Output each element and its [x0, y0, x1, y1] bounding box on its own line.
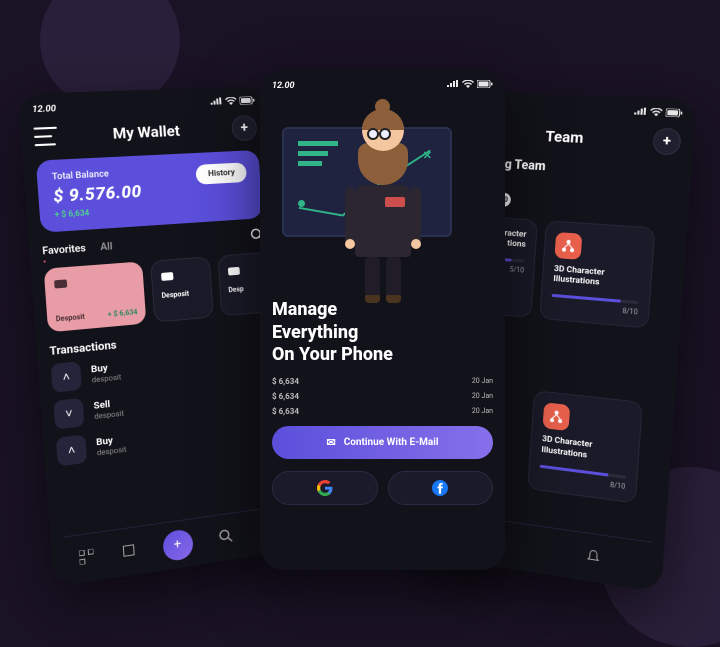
- onboarding-screen: 12.00 ✕: [260, 70, 505, 570]
- add-button[interactable]: +: [231, 115, 258, 141]
- arrow-up-icon: ˄: [51, 361, 82, 393]
- fav-card-label: Desposit: [161, 289, 203, 300]
- balance-card: Total Balance $ 9.576.00 + $ 6,634 Histo…: [36, 150, 263, 233]
- network-icon: [555, 232, 583, 260]
- mini-txn-row: $ 6,63420 Jan: [272, 392, 493, 401]
- character-illustration: [338, 109, 428, 289]
- project-card[interactable]: 3D CharacterIllustrations 8/10: [528, 391, 643, 504]
- page-title: Team: [545, 127, 584, 147]
- signal-icon: [634, 107, 647, 119]
- nav-bell-icon[interactable]: [585, 548, 601, 568]
- tab-favorites[interactable]: Favorites: [42, 243, 86, 257]
- project-card[interactable]: 3D CharacterIllustrations 8/10: [539, 220, 655, 329]
- deposit-icon: [53, 276, 69, 291]
- mini-txn-row: $ 6,63420 Jan: [272, 377, 493, 386]
- menu-button[interactable]: [33, 127, 58, 147]
- battery-icon: [477, 80, 493, 91]
- network-icon: [543, 403, 571, 432]
- battery-icon: [665, 108, 683, 120]
- deposit-icon: [227, 264, 241, 279]
- status-bar: 12.00: [32, 96, 256, 115]
- fav-card-change: + $ 6,634: [107, 308, 137, 319]
- tab-all[interactable]: All: [100, 241, 113, 253]
- bottom-nav: +: [63, 505, 285, 577]
- project-title: 3D CharacterIllustrations: [541, 434, 628, 465]
- wifi-icon: [650, 108, 663, 120]
- deposit-icon: [160, 269, 175, 284]
- nav-search-icon[interactable]: [218, 528, 233, 548]
- signal-icon: [447, 80, 459, 91]
- favorite-card[interactable]: Desposit + $ 6,634: [44, 261, 147, 332]
- project-score: 8/10: [551, 301, 638, 317]
- hero-illustration: ✕: [260, 99, 505, 289]
- add-button[interactable]: +: [652, 128, 681, 156]
- balance-change: + $ 6,634: [54, 205, 143, 220]
- balance-amount: $ 9.576.00: [53, 182, 143, 207]
- fav-card-label: Desposit: [56, 313, 86, 324]
- arrow-down-icon: ˅: [53, 398, 84, 430]
- nav-qr-icon[interactable]: [78, 548, 94, 568]
- page-title: My Wallet: [112, 122, 180, 143]
- favorite-card[interactable]: Desposit: [150, 256, 214, 322]
- glasses-icon: [367, 125, 399, 144]
- clock: 12.00: [32, 104, 57, 115]
- continue-email-button[interactable]: ✉ Continue With E-Mail: [272, 426, 493, 459]
- arrow-up-icon: ˄: [56, 434, 87, 466]
- facebook-icon: [432, 480, 448, 496]
- nav-add-button[interactable]: +: [162, 528, 194, 562]
- wallet-screen: 12.00 My Wallet + Total Balance: [18, 86, 297, 587]
- signal-icon: [210, 97, 222, 108]
- hero-headline: Manage Everything On Your Phone: [272, 299, 493, 367]
- clock: 12.00: [272, 81, 295, 91]
- balance-label: Total Balance: [52, 168, 141, 183]
- project-title: 3D CharacterIllustrations: [553, 264, 641, 291]
- google-icon: [317, 480, 333, 496]
- facebook-login-button[interactable]: [388, 471, 494, 505]
- history-button[interactable]: History: [196, 162, 247, 184]
- mini-txn-row: $ 6,63420 Jan: [272, 407, 493, 416]
- status-bar: 12.00: [272, 80, 493, 91]
- mail-icon: ✉: [327, 436, 336, 449]
- wifi-icon: [225, 97, 237, 108]
- google-login-button[interactable]: [272, 471, 378, 505]
- wifi-icon: [462, 80, 474, 91]
- battery-icon: [239, 96, 255, 107]
- nav-crop-icon[interactable]: [121, 542, 137, 562]
